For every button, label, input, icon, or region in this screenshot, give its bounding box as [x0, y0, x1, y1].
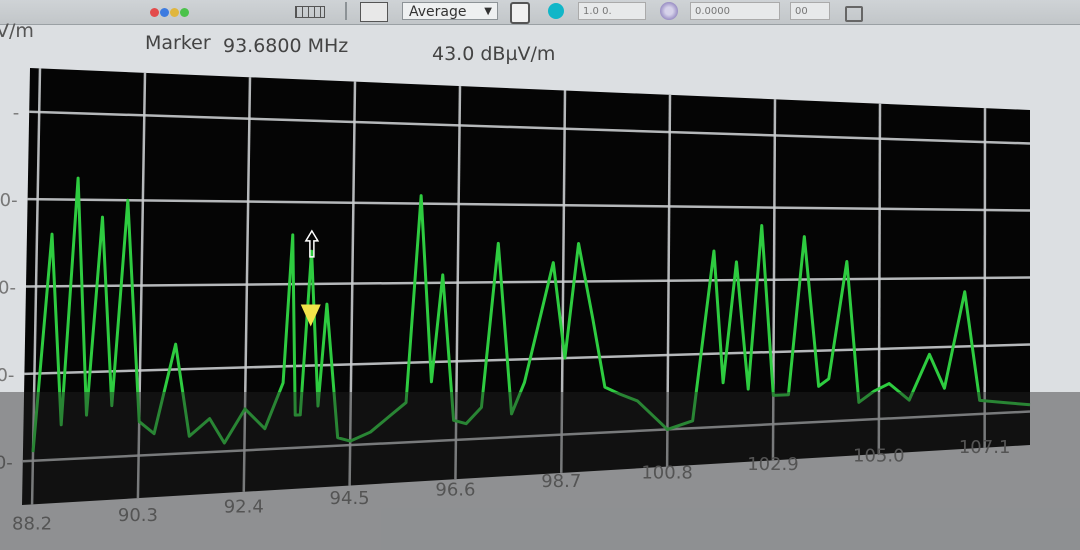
- y-tick-label: 80-: [0, 190, 18, 211]
- y-tick-label: -: [13, 103, 20, 124]
- x-tick-label: 94.5: [330, 488, 370, 509]
- x-tick-label: 98.7: [541, 471, 581, 492]
- x-tick-label: 90.3: [118, 505, 158, 526]
- x-tick-label: 96.6: [435, 479, 475, 500]
- x-tick-label: 92.4: [224, 496, 264, 517]
- y-tick-label: 60-: [0, 278, 16, 299]
- y-axis: - 80- 60- 40- 20-: [0, 103, 19, 474]
- y-tick-label: 40-: [0, 365, 14, 386]
- x-tick-label: 88.2: [12, 513, 52, 534]
- spectrum-chart[interactable]: - 80- 60- 40- 20- 88.2 90.3 92.4 94.5 96.6 98.7 10…: [0, 0, 1080, 550]
- x-tick-label: 102.9: [747, 454, 799, 475]
- x-tick-label: 100.8: [641, 462, 693, 483]
- x-tick-label: 105.0: [853, 445, 905, 466]
- x-tick-label: 107.1: [959, 437, 1011, 458]
- y-tick-label: 20-: [0, 452, 13, 473]
